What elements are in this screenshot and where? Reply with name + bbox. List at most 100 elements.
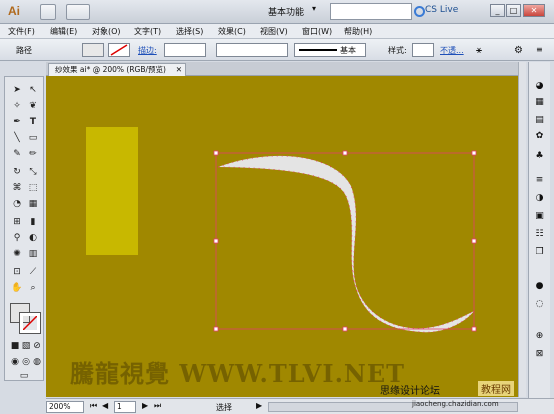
draw-inside-icon[interactable]: ◍	[30, 355, 44, 369]
lasso-icon[interactable]: ❦	[26, 99, 40, 113]
slice-tool-icon[interactable]: ⟋	[26, 265, 40, 279]
handle-top-center	[342, 150, 348, 156]
menu-help[interactable]: 帮助(H)	[344, 26, 372, 37]
recolor-icon[interactable]: ⚹	[476, 45, 482, 56]
type-tool-icon[interactable]: T	[26, 115, 40, 129]
artboards-icon[interactable]: ⊠	[533, 348, 546, 361]
align-icon[interactable]: ●	[533, 280, 546, 293]
screen-mode-icon[interactable]: ▭	[17, 369, 31, 383]
first-artboard-button[interactable]: ⏮	[90, 401, 97, 411]
cs-live-button[interactable]: CS Live	[425, 5, 458, 15]
menu-select[interactable]: 选择(S)	[176, 26, 203, 37]
pen-tool-icon[interactable]: ✒	[10, 115, 24, 129]
stroke-weight-field[interactable]	[164, 43, 206, 57]
stroke-line-icon	[299, 49, 337, 51]
shape-builder-icon[interactable]: ◔	[10, 197, 24, 211]
chevron-down-icon[interactable]: ▾	[312, 4, 316, 13]
stroke-color-swatch[interactable]	[19, 312, 41, 334]
symbol-sprayer-icon[interactable]: ✺	[10, 247, 24, 261]
handle-bottom-right	[471, 326, 477, 332]
hand-tool-icon[interactable]: ✋	[10, 281, 24, 295]
graphic-styles-icon[interactable]: ▣	[533, 210, 546, 223]
menu-bar: 文件(F) 编辑(E) 对象(O) 文字(T) 选择(S) 效果(C) 视图(V…	[0, 24, 554, 39]
watermark-main: 騰龍視覺 WWW.TLVI.NET	[70, 359, 406, 388]
transform-icon[interactable]: ⊕	[533, 330, 546, 343]
swatches-icon[interactable]: ▤	[533, 114, 546, 127]
direct-selection-tool-icon[interactable]: ↖	[26, 83, 40, 97]
current-tool-label[interactable]: 选择	[216, 402, 232, 413]
panel-dock: ◕ ▦ ▤ ✿ ♣ ≡ ◑ ▣ ☷ ❒ ● ◌ ⊕ ⊠	[528, 62, 550, 402]
yellow-rectangle	[86, 127, 138, 255]
stroke-panel-icon[interactable]: ≡	[533, 174, 546, 187]
menu-edit[interactable]: 编辑(E)	[50, 26, 77, 37]
pencil-icon[interactable]: ✏	[26, 147, 40, 161]
zoom-field[interactable]: 200%	[46, 401, 84, 413]
fill-swatch[interactable]	[82, 43, 104, 57]
color-panel-icon[interactable]: ◕	[533, 80, 546, 93]
graph-tool-icon[interactable]: ▥	[26, 247, 40, 261]
perspective-grid-icon[interactable]: ▦	[26, 197, 40, 211]
bridge-button[interactable]	[40, 4, 56, 20]
none-mode-icon[interactable]: ⊘	[30, 339, 44, 353]
rectangle-tool-icon[interactable]: ▭	[26, 131, 40, 145]
zoom-tool-icon[interactable]: ⌕	[26, 281, 40, 295]
paintbrush-icon[interactable]: ✎	[10, 147, 24, 161]
arrange-documents-button[interactable]	[66, 4, 90, 20]
curved-brush-stroke	[217, 155, 475, 333]
close-tab-icon[interactable]: ✕	[176, 64, 182, 76]
workspace-switcher[interactable]: 基本功能	[268, 5, 304, 18]
variable-width-dropdown[interactable]	[216, 43, 288, 57]
object-type-label: 路径	[16, 46, 32, 55]
blend-tool-icon[interactable]: ◐	[26, 231, 40, 245]
transparency-icon[interactable]: ◑	[533, 192, 546, 205]
minimize-button[interactable]: _	[490, 4, 505, 17]
symbols-icon[interactable]: ♣	[533, 150, 546, 163]
rotate-tool-icon[interactable]: ↻	[10, 165, 24, 179]
layers-icon[interactable]: ❒	[533, 246, 546, 259]
options-icon[interactable]: ⚙	[514, 45, 523, 56]
close-button[interactable]: ✕	[523, 4, 545, 17]
watermark-badge: 教程网	[478, 381, 514, 396]
free-transform-icon[interactable]: ⬚	[26, 181, 40, 195]
menu-object[interactable]: 对象(O)	[92, 26, 121, 37]
pathfinder-icon[interactable]: ◌	[533, 298, 546, 311]
graphic-style-swatch[interactable]	[412, 43, 434, 57]
eyedropper-icon[interactable]: ⚲	[10, 231, 24, 245]
artboard-number-field[interactable]: 1	[114, 401, 136, 413]
no-stroke-icon	[110, 44, 128, 56]
maximize-button[interactable]: □	[506, 4, 521, 17]
menu-effect[interactable]: 效果(C)	[218, 26, 246, 37]
magic-wand-icon[interactable]: ✧	[10, 99, 24, 113]
opacity-link[interactable]: 不透...	[440, 45, 464, 56]
menu-view[interactable]: 视图(V)	[260, 26, 288, 37]
watermark-site: 思缘设计论坛	[380, 386, 440, 397]
vertical-scrollbar[interactable]	[518, 62, 526, 397]
search-input[interactable]	[330, 3, 412, 20]
line-tool-icon[interactable]: ╲	[10, 131, 24, 145]
next-artboard-button[interactable]: ▶	[142, 401, 148, 410]
stroke-link[interactable]: 描边:	[138, 45, 157, 56]
scale-tool-icon[interactable]: ⤡	[26, 165, 40, 179]
brushes-icon[interactable]: ✿	[533, 130, 546, 143]
panel-menu-icon[interactable]: ≡	[536, 45, 543, 54]
stroke-swatch[interactable]	[108, 43, 130, 57]
previous-artboard-button[interactable]: ◀	[102, 401, 108, 410]
menu-window[interactable]: 窗口(W)	[302, 26, 332, 37]
gradient-tool-icon[interactable]: ▮	[26, 215, 40, 229]
menu-type[interactable]: 文字(T)	[134, 26, 161, 37]
app-logo: Ai	[8, 4, 20, 18]
handle-bottom-left	[213, 326, 219, 332]
last-artboard-button[interactable]: ⏭	[154, 401, 161, 411]
width-tool-icon[interactable]: ⌘	[10, 181, 24, 195]
artwork	[86, 127, 477, 333]
document-tab[interactable]: 纱效果 ai* @ 200% (RGB/预览) ✕	[48, 63, 186, 76]
artboard-canvas[interactable]	[46, 76, 518, 397]
menu-file[interactable]: 文件(F)	[8, 26, 35, 37]
mesh-tool-icon[interactable]: ⊞	[10, 215, 24, 229]
color-guide-icon[interactable]: ▦	[533, 96, 546, 109]
appearance-icon[interactable]: ☷	[533, 228, 546, 241]
selection-tool-icon[interactable]: ➤	[10, 83, 24, 97]
artboard-tool-icon[interactable]: ⊡	[10, 265, 24, 279]
document-tab-title: 纱效果 ai* @ 200% (RGB/预览)	[55, 65, 166, 74]
status-menu-arrow-icon[interactable]: ▶	[256, 401, 262, 410]
